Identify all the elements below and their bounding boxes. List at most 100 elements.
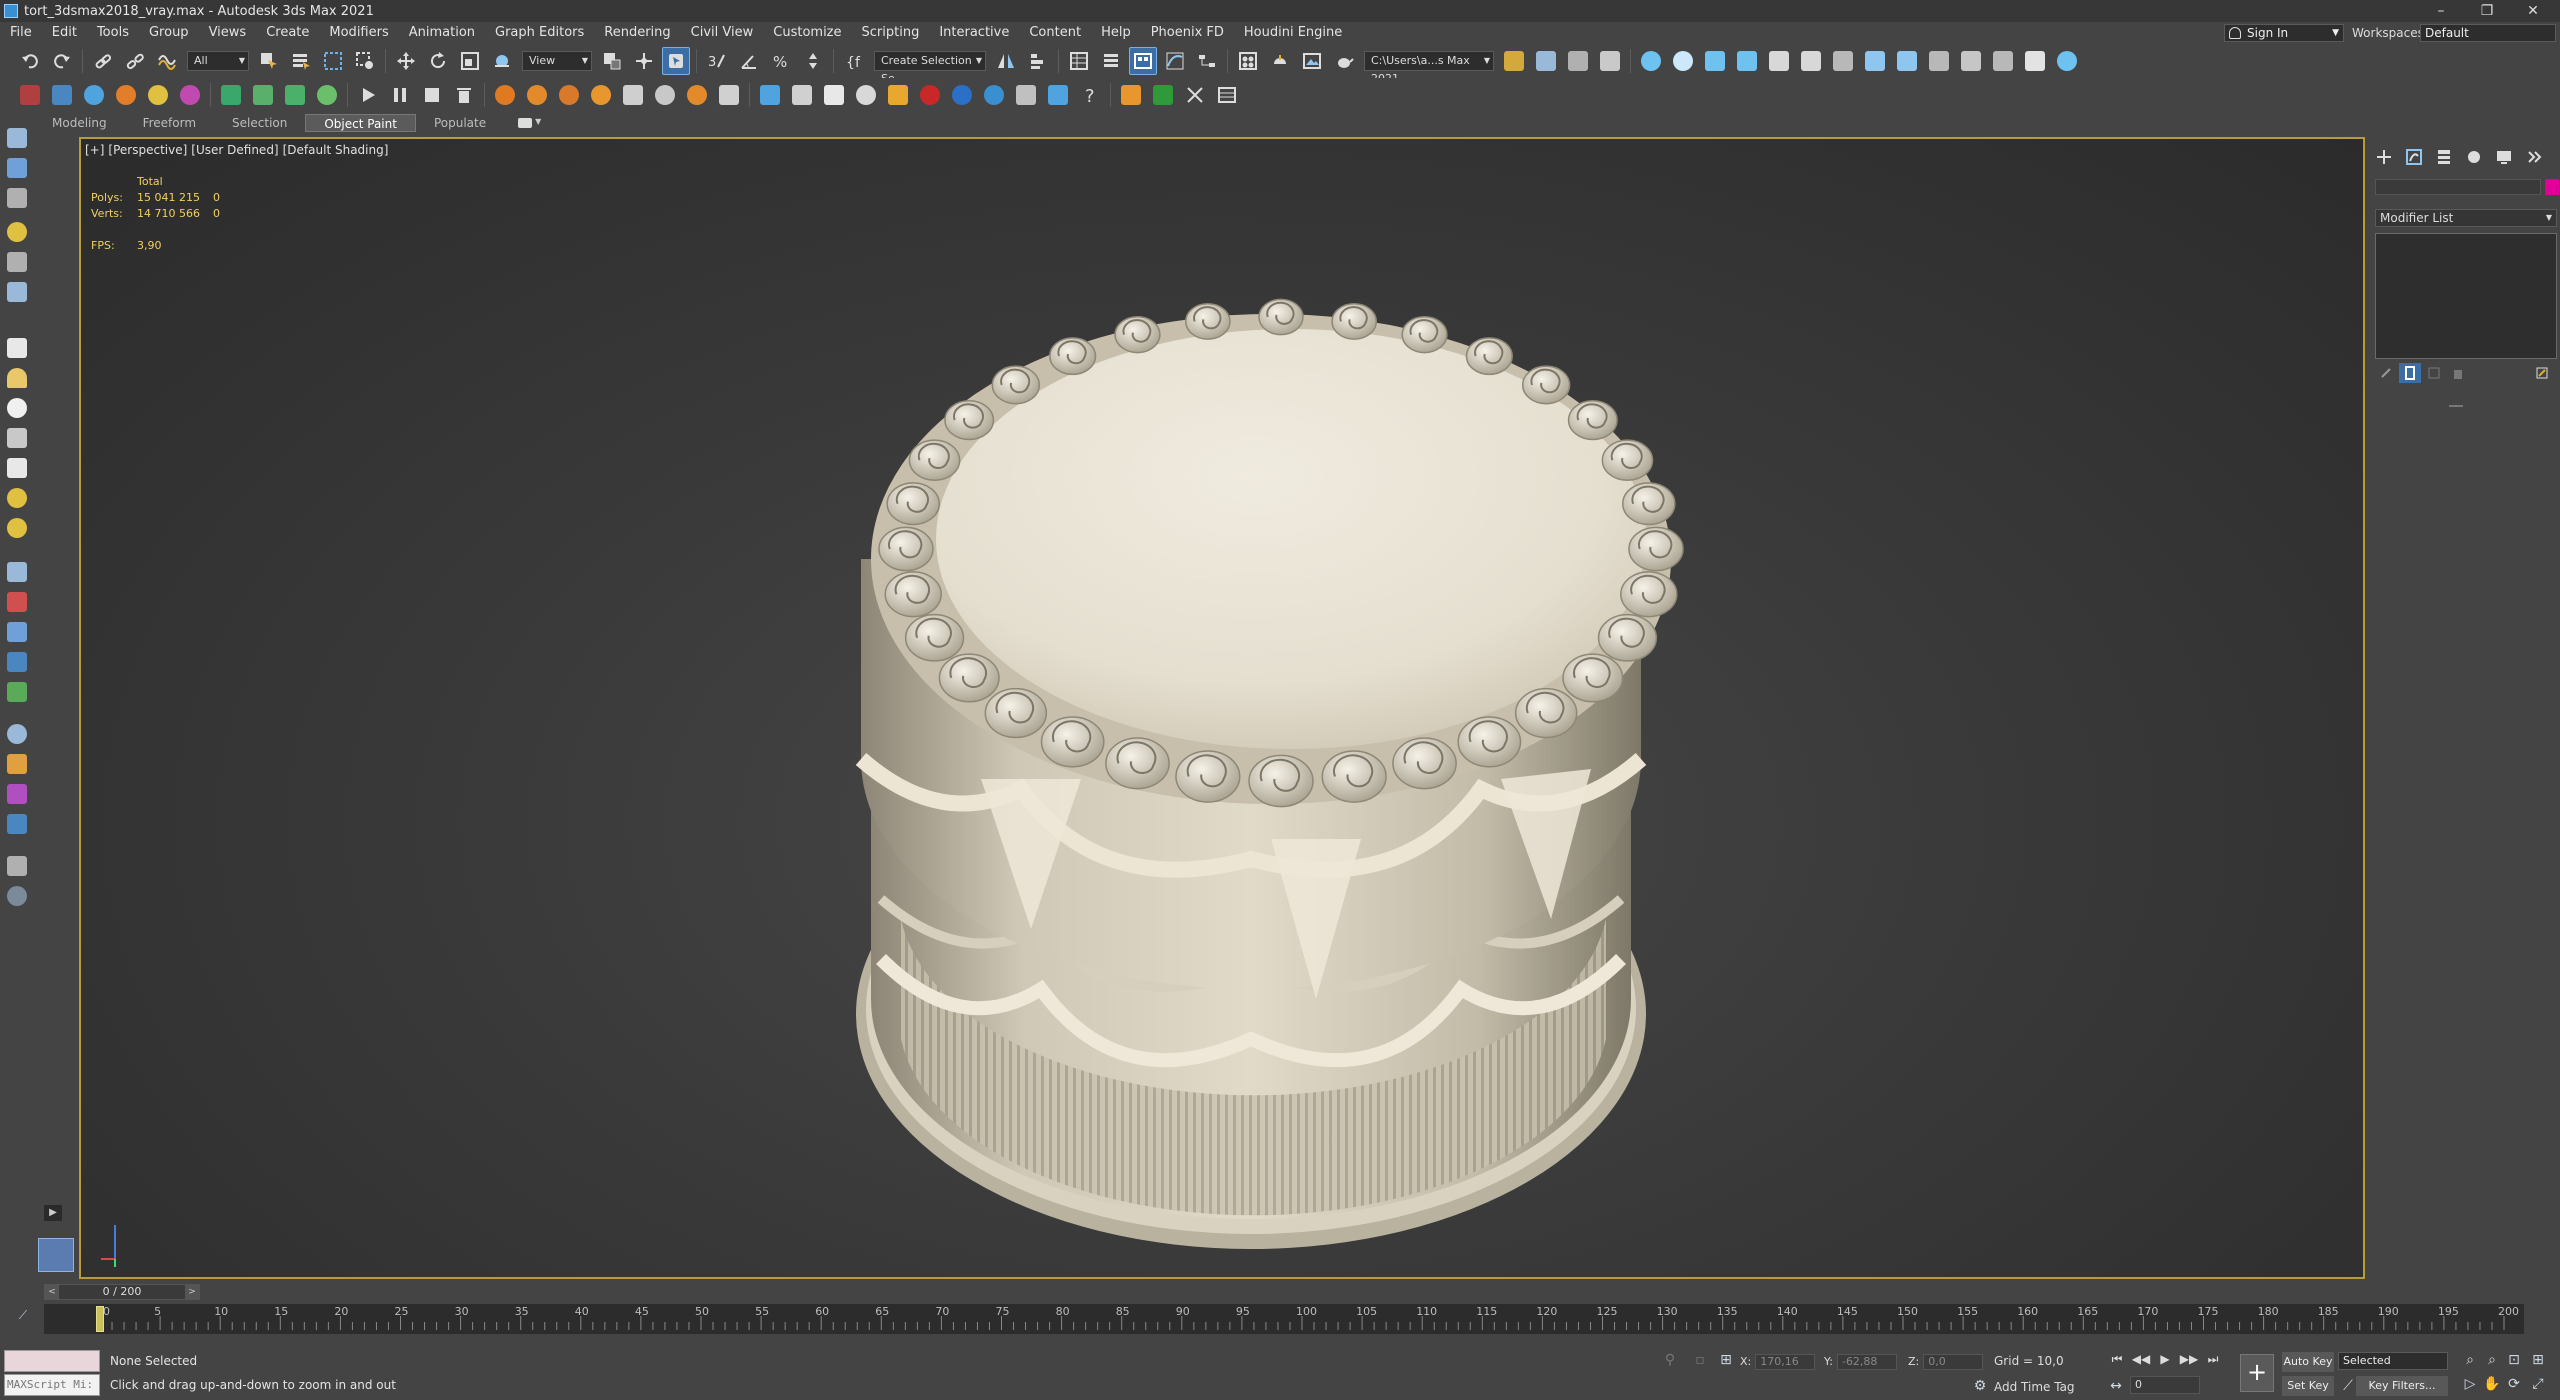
x-value[interactable]: 170,16 xyxy=(1755,1354,1816,1370)
vray-sphere-light-button[interactable] xyxy=(1669,47,1697,75)
vray-fur-button[interactable] xyxy=(1797,47,1825,75)
railclone-button[interactable] xyxy=(1181,81,1209,109)
checker-icon[interactable] xyxy=(7,562,27,582)
tool-box-button[interactable] xyxy=(16,81,44,109)
toggle-scene-explorer-button[interactable] xyxy=(1065,47,1093,75)
time-slider[interactable]: < 0 / 200 > xyxy=(44,1284,200,1300)
maxscript-listener-output[interactable] xyxy=(4,1350,100,1372)
light-icon[interactable] xyxy=(7,222,27,242)
vray-clipper-button[interactable] xyxy=(1861,47,1889,75)
current-frame-spinner[interactable]: 0 xyxy=(2130,1376,2200,1394)
add-time-tag-button[interactable]: Add Time Tag xyxy=(1994,1380,2075,1394)
teapot-icon[interactable] xyxy=(7,428,27,448)
menu-houdini-engine[interactable]: Houdini Engine xyxy=(1234,22,1352,44)
material-editor-button[interactable] xyxy=(1234,47,1262,75)
isolate-selection-icon[interactable]: ⚲ xyxy=(1660,1350,1680,1370)
camera-icon[interactable] xyxy=(7,252,27,272)
make-unique-button[interactable] xyxy=(2423,363,2445,383)
menu-file[interactable]: File xyxy=(0,22,42,44)
rectangular-selection-button[interactable] xyxy=(319,47,347,75)
vray-tool-3-button[interactable] xyxy=(1596,47,1624,75)
named-selection-sets-dropdown[interactable]: Create Selection Se▼ xyxy=(874,51,986,85)
paint-icon[interactable] xyxy=(7,592,27,612)
redo-button[interactable] xyxy=(48,47,76,75)
spinner-snap-button[interactable] xyxy=(799,47,827,75)
utilities-tab[interactable] xyxy=(2519,145,2549,169)
set-keys-button[interactable]: + xyxy=(2240,1354,2274,1392)
menu-group[interactable]: Group xyxy=(139,22,199,44)
zoom-extents-all-icon[interactable]: ⊞ xyxy=(2528,1350,2548,1370)
menu-scripting[interactable]: Scripting xyxy=(852,22,930,44)
tool-grid-green-button[interactable] xyxy=(281,81,309,109)
tool-drop-button[interactable] xyxy=(80,81,108,109)
hierarchy-icon[interactable] xyxy=(7,622,27,642)
angle-snap-button[interactable] xyxy=(735,47,763,75)
select-object-button[interactable] xyxy=(255,47,283,75)
fd-fire-button[interactable] xyxy=(491,81,519,109)
object-color-swatch[interactable] xyxy=(2545,179,2559,195)
delete-cache-button[interactable] xyxy=(450,81,478,109)
pause-simulation-button[interactable] xyxy=(386,81,414,109)
app-icon[interactable] xyxy=(4,4,18,18)
vray-camera-button[interactable] xyxy=(1893,47,1921,75)
vray-tip-button[interactable] xyxy=(2053,47,2081,75)
pan-view-icon[interactable]: ✋ xyxy=(2482,1374,2502,1394)
fd-cup-button[interactable] xyxy=(715,81,743,109)
track-bar[interactable]: ⟋ 0 5 10 15 20 25 30 35 40 45 50 55 60 65 70 75 80 85 90 95… xyxy=(19,1304,2524,1334)
viewport-point-of-view[interactable]: [Perspective] xyxy=(108,143,187,157)
perspective-viewport[interactable]: [+] [Perspective] [User Defined] [Default S… xyxy=(79,137,2365,1279)
viewport-layout-tab-arrow[interactable]: ▶ xyxy=(44,1205,62,1221)
menu-rendering[interactable]: Rendering xyxy=(594,22,680,44)
menu-tools[interactable]: Tools xyxy=(87,22,139,44)
motion-tab[interactable] xyxy=(2459,145,2489,169)
zoom-all-icon[interactable]: ⌕ xyxy=(2482,1350,2502,1370)
fd-foam-button[interactable] xyxy=(788,81,816,109)
fd-bowl-button[interactable] xyxy=(852,81,880,109)
maxscript-mini-listener[interactable]: MAXScript Mi: xyxy=(4,1374,100,1396)
tool-arrow-green-button[interactable] xyxy=(249,81,277,109)
vray-tool-2-button[interactable] xyxy=(1564,47,1592,75)
orbit-icon[interactable]: ⟳ xyxy=(2504,1374,2524,1394)
bind-space-warp-button[interactable] xyxy=(153,47,181,75)
display-icon[interactable] xyxy=(7,188,27,208)
key-filters-button[interactable]: Key Filters... xyxy=(2356,1376,2448,1396)
tool-move-green-button[interactable] xyxy=(217,81,245,109)
help-icon[interactable] xyxy=(7,886,27,906)
absolute-mode-transform-icon[interactable]: ⊞ xyxy=(1716,1350,1736,1370)
geosphere-icon[interactable] xyxy=(7,518,27,538)
globe-icon[interactable] xyxy=(7,724,27,744)
tab-selection[interactable]: Selection xyxy=(214,114,305,132)
phoenix-button[interactable] xyxy=(1500,47,1528,75)
create-tab[interactable] xyxy=(2369,145,2399,169)
select-scale-button[interactable] xyxy=(456,47,484,75)
fd-liquid-button[interactable] xyxy=(651,81,679,109)
help-button[interactable]: ? xyxy=(1076,81,1104,109)
tab-freeform[interactable]: Freeform xyxy=(125,114,214,132)
graph-icon[interactable] xyxy=(7,784,27,804)
viewport-visual-style-preset[interactable]: [User Defined] xyxy=(191,143,278,157)
object-name-field[interactable] xyxy=(2375,179,2541,195)
menu-animation[interactable]: Animation xyxy=(399,22,485,44)
fd-candle-button[interactable] xyxy=(884,81,912,109)
close-button[interactable]: ✕ xyxy=(2510,0,2556,22)
menu-customize[interactable]: Customize xyxy=(763,22,851,44)
forest-tree-button[interactable] xyxy=(1149,81,1177,109)
menu-graph-editors[interactable]: Graph Editors xyxy=(485,22,594,44)
remove-modifier-button[interactable] xyxy=(2447,363,2469,383)
fd-ocean-button[interactable] xyxy=(756,81,784,109)
menu-modifiers[interactable]: Modifiers xyxy=(319,22,398,44)
menu-edit[interactable]: Edit xyxy=(42,22,87,44)
key-filter-dropdown[interactable]: Selected xyxy=(2338,1352,2448,1370)
window-crossing-button[interactable] xyxy=(351,47,379,75)
y-value[interactable]: -62,88 xyxy=(1836,1354,1897,1370)
time-scrubber[interactable] xyxy=(96,1306,104,1332)
z-value[interactable]: 0,0 xyxy=(1923,1354,1984,1370)
house-icon[interactable] xyxy=(7,158,27,178)
pivot-point-button[interactable] xyxy=(598,47,626,75)
sun-icon[interactable] xyxy=(7,488,27,508)
play-animation-button[interactable]: ▶ xyxy=(2154,1350,2176,1368)
show-end-result-button[interactable] xyxy=(2399,363,2421,383)
vray-lightmix-button[interactable] xyxy=(2021,47,2049,75)
vray-light-button[interactable] xyxy=(1637,47,1665,75)
select-manipulate-button[interactable] xyxy=(630,47,658,75)
